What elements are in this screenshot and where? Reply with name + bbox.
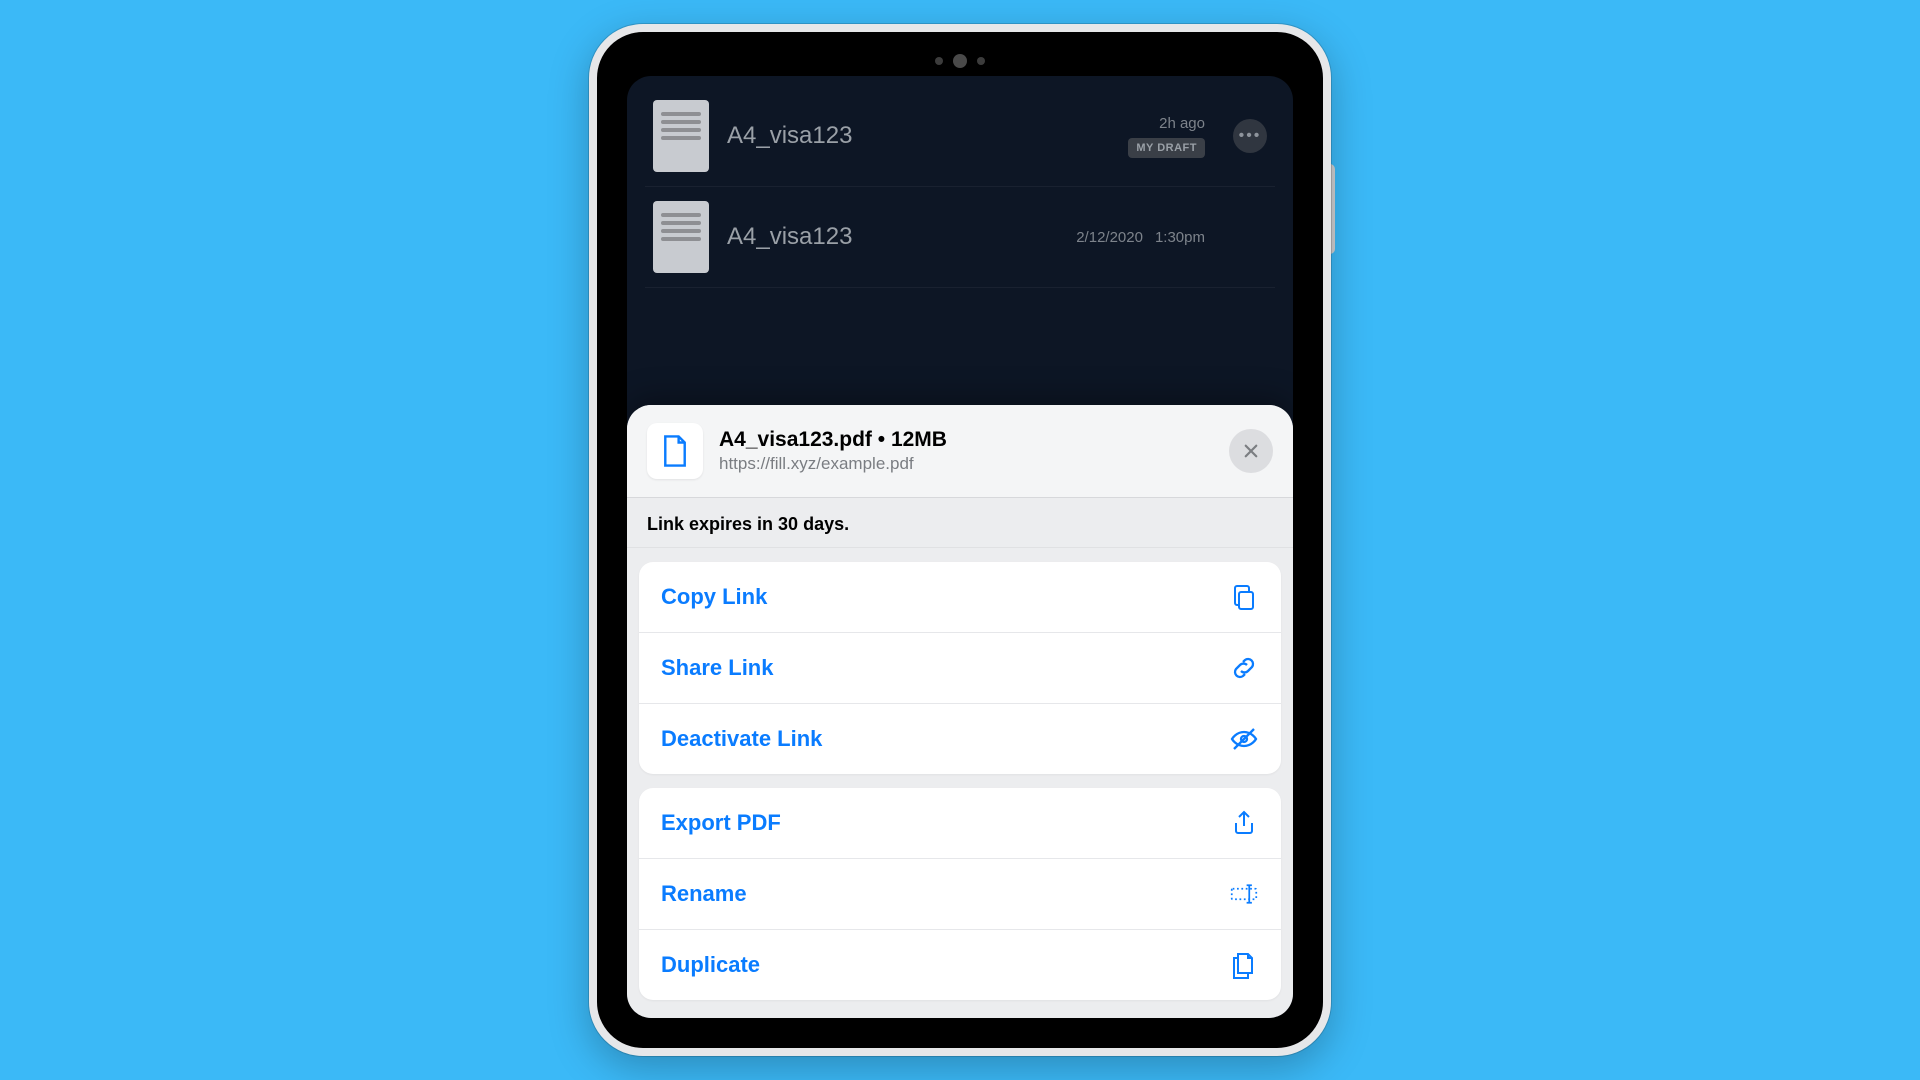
share-up-icon bbox=[1229, 808, 1259, 838]
copy-icon bbox=[1229, 582, 1259, 612]
rename-button[interactable]: Rename bbox=[639, 858, 1281, 929]
rename-icon bbox=[1229, 879, 1259, 909]
eye-off-icon bbox=[1229, 724, 1259, 754]
action-label: Export PDF bbox=[661, 810, 781, 836]
link-icon bbox=[1229, 653, 1259, 683]
draft-badge: MY DRAFT bbox=[1128, 138, 1205, 158]
tablet-frame: A4_visa123 2h ago MY DRAFT ••• A4_visa12… bbox=[589, 24, 1331, 1056]
duplicate-icon bbox=[1229, 950, 1259, 980]
action-group-link: Copy Link Share Link bbox=[639, 562, 1281, 774]
file-relative-time: 2h ago bbox=[1159, 115, 1205, 132]
action-label: Share Link bbox=[661, 655, 773, 681]
file-name: A4_visa123 bbox=[727, 223, 1058, 251]
sheet-file-title: A4_visa123.pdf • 12MB bbox=[719, 428, 1213, 452]
sheet-header: A4_visa123.pdf • 12MB https://fill.xyz/e… bbox=[627, 405, 1293, 498]
app-screen: A4_visa123 2h ago MY DRAFT ••• A4_visa12… bbox=[627, 76, 1293, 1018]
action-group-file: Export PDF Rename bbox=[639, 788, 1281, 1000]
close-button[interactable] bbox=[1229, 429, 1273, 473]
action-label: Copy Link bbox=[661, 584, 767, 610]
actions-sheet: A4_visa123.pdf • 12MB https://fill.xyz/e… bbox=[627, 405, 1293, 1018]
action-label: Duplicate bbox=[661, 952, 760, 978]
file-row[interactable]: A4_visa123 2/12/2020 1:30pm ••• bbox=[645, 187, 1275, 288]
file-time: 1:30pm bbox=[1155, 229, 1205, 246]
file-date: 2/12/2020 bbox=[1076, 229, 1143, 246]
more-button[interactable]: ••• bbox=[1233, 119, 1267, 153]
file-thumbnail-icon bbox=[653, 201, 709, 273]
export-pdf-button[interactable]: Export PDF bbox=[639, 788, 1281, 858]
deactivate-link-button[interactable]: Deactivate Link bbox=[639, 703, 1281, 774]
file-row[interactable]: A4_visa123 2h ago MY DRAFT ••• bbox=[645, 86, 1275, 187]
tablet-sensor-bar bbox=[935, 54, 985, 68]
file-name: A4_visa123 bbox=[727, 122, 1110, 150]
close-icon bbox=[1242, 442, 1260, 460]
duplicate-button[interactable]: Duplicate bbox=[639, 929, 1281, 1000]
share-link-button[interactable]: Share Link bbox=[639, 632, 1281, 703]
file-thumbnail-icon bbox=[653, 100, 709, 172]
copy-link-button[interactable]: Copy Link bbox=[639, 562, 1281, 632]
document-icon bbox=[647, 423, 703, 479]
sheet-file-url: https://fill.xyz/example.pdf bbox=[719, 454, 1213, 474]
sheet-subtext: Link expires in 30 days. bbox=[627, 498, 1293, 548]
action-label: Deactivate Link bbox=[661, 726, 822, 752]
action-label: Rename bbox=[661, 881, 747, 907]
